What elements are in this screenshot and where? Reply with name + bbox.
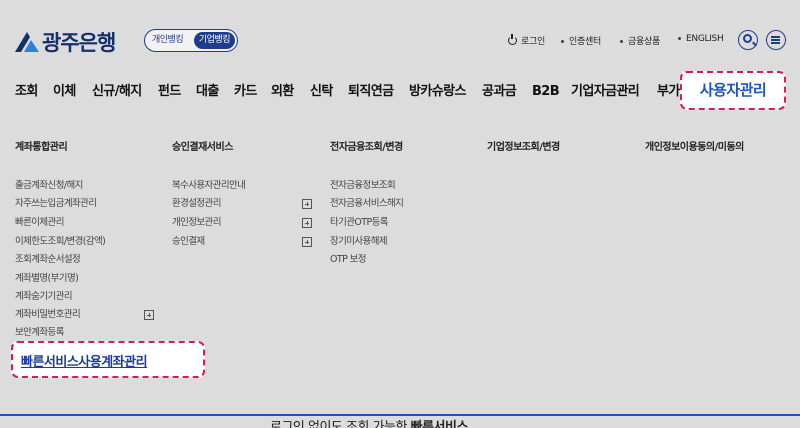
menu-column-title[interactable]: 승인결재서비스: [172, 138, 233, 153]
quick-service-account-link[interactable]: 빠른서비스사용계좌관리: [21, 351, 148, 370]
bullet-icon: [561, 40, 564, 43]
menu-item[interactable]: 자주쓰는입금계좌관리: [15, 198, 97, 210]
menu-item[interactable]: 보안계좌등록: [15, 327, 64, 339]
highlighted-menu-item[interactable]: 빠른서비스사용계좌관리: [11, 341, 205, 378]
gnb-item-user-management[interactable]: 사용자관리: [680, 71, 786, 110]
menu-item[interactable]: 계좌숨기기관리: [15, 291, 73, 303]
menu-item[interactable]: 장기미사용해제: [330, 236, 388, 248]
menu-item[interactable]: 타기관OTP등록: [330, 217, 389, 229]
menu-item[interactable]: 조회계좌순서설정: [15, 254, 81, 266]
menu-column-title[interactable]: 기업정보조회/변경: [487, 138, 560, 153]
gnb-item-b2b[interactable]: B2B: [532, 80, 560, 104]
personal-banking-tab[interactable]: 개인뱅킹: [147, 32, 188, 49]
menu-item[interactable]: 개인정보관리: [172, 217, 221, 229]
gnb-item-bancassurance[interactable]: 방카슈랑스: [409, 80, 466, 104]
banking-segment-toggle[interactable]: 개인뱅킹 기업뱅킹: [144, 29, 238, 52]
certificate-label: 인증센터: [569, 37, 601, 47]
menu-item[interactable]: 이체한도조회/변경(감액): [15, 236, 106, 248]
english-label: ENGLISH: [686, 34, 724, 44]
gnb-item-pension[interactable]: 퇴직연금: [348, 80, 394, 104]
expand-plus-icon[interactable]: [144, 310, 154, 320]
menu-item[interactable]: 복수사용자관리안내: [172, 180, 246, 192]
site-header: 광주은행 개인뱅킹 기업뱅킹 로그인 인증센터 금융상품 ENGLISH: [0, 0, 800, 78]
quick-service-heading-prefix: 로그인 없이도 조회 가능한: [270, 420, 407, 428]
financial-products-link[interactable]: 금융상품: [620, 34, 660, 47]
quick-service-heading: 로그인 없이도 조회 가능한 빠른서비스: [270, 416, 570, 428]
brand-name: 광주은행: [42, 31, 116, 55]
gnb-item-loan[interactable]: 대출: [196, 80, 219, 104]
search-button[interactable]: [738, 30, 758, 50]
hamburger-menu-icon: [771, 36, 780, 38]
menu-item[interactable]: 승인결재: [172, 236, 205, 248]
english-link[interactable]: ENGLISH: [678, 34, 724, 44]
menu-item[interactable]: 전자금융정보조회: [330, 180, 396, 192]
certificate-center-link[interactable]: 인증센터: [561, 34, 601, 47]
menu-column-title[interactable]: 계좌통합관리: [15, 138, 68, 153]
kjbank-logo-icon: [15, 32, 39, 52]
expand-plus-icon[interactable]: [302, 199, 312, 209]
products-label: 금융상품: [628, 37, 660, 47]
gnb-item-trust[interactable]: 신탁: [310, 80, 333, 104]
menu-item[interactable]: 빠른이체관리: [15, 217, 64, 229]
menu-item[interactable]: 출금계좌신청/해지: [15, 180, 83, 192]
gnb-item-new-cancel[interactable]: 신규/해지: [92, 80, 142, 104]
gnb-item-fund[interactable]: 펀드: [158, 80, 181, 104]
corporate-banking-tab[interactable]: 기업뱅킹: [193, 32, 235, 49]
menu-item[interactable]: OTP 보정: [330, 254, 367, 266]
menu-item[interactable]: 계좌별명(부기명): [15, 273, 79, 285]
bullet-icon: [620, 40, 623, 43]
menu-item[interactable]: 환경설정관리: [172, 198, 221, 210]
login-link[interactable]: 로그인: [508, 34, 545, 47]
gnb-item-forex[interactable]: 외환: [271, 80, 294, 104]
menu-column-title[interactable]: 전자금융조회/변경: [330, 138, 403, 153]
menu-item[interactable]: 계좌비밀번호관리: [15, 309, 81, 321]
power-icon: [508, 34, 517, 45]
gnb-item-utility-bills[interactable]: 공과금: [482, 80, 517, 104]
gnb-item-transfer[interactable]: 이체: [53, 80, 76, 104]
quick-service-heading-bold: 빠른서비스: [410, 420, 469, 428]
menu-column-title[interactable]: 개인정보이용동의/미동의: [645, 138, 744, 153]
gnb-item-corp-funds[interactable]: 기업자금관리: [571, 80, 640, 104]
expand-plus-icon[interactable]: [302, 237, 312, 247]
menu-button[interactable]: [766, 30, 786, 50]
gnb-item-extra[interactable]: 부가: [657, 80, 680, 104]
bullet-icon: [678, 37, 681, 40]
expand-plus-icon[interactable]: [302, 218, 312, 228]
menu-item[interactable]: 전자금융서비스해지: [330, 198, 404, 210]
gnb-item-card[interactable]: 카드: [234, 80, 257, 104]
login-label: 로그인: [521, 37, 545, 47]
brand-logo[interactable]: 광주은행: [15, 27, 116, 57]
gnb-item-inquiry[interactable]: 조회: [15, 80, 38, 104]
search-icon: [743, 34, 752, 43]
